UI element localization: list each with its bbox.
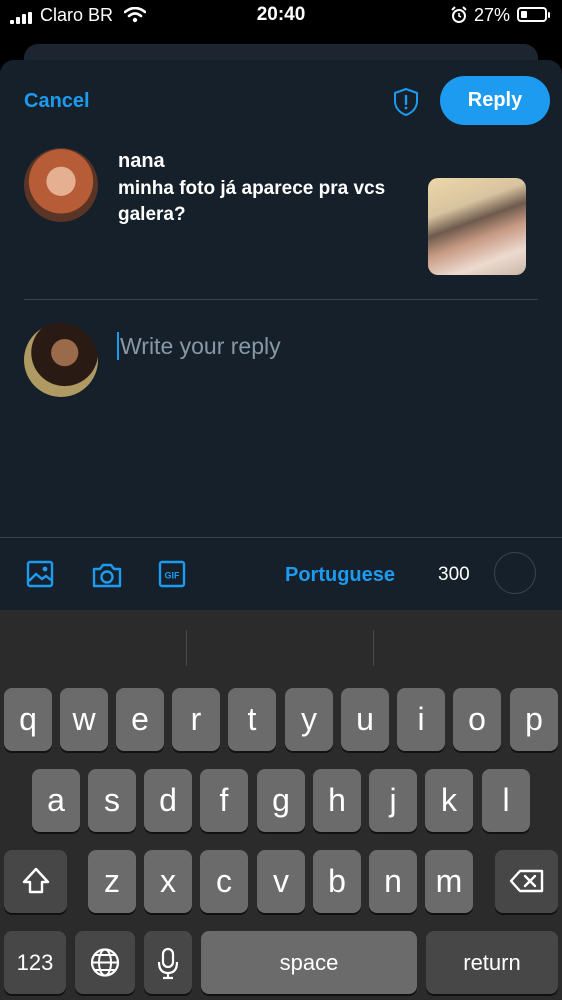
mic-icon: [157, 947, 179, 980]
shield-icon[interactable]: [390, 86, 422, 118]
gif-icon[interactable]: GIF: [158, 560, 186, 588]
key-e[interactable]: e: [116, 688, 164, 751]
key-h[interactable]: h: [313, 769, 361, 832]
key-r[interactable]: r: [172, 688, 220, 751]
globe-icon: [90, 948, 120, 977]
cancel-button[interactable]: Cancel: [24, 90, 90, 113]
key-u[interactable]: u: [341, 688, 389, 751]
reply-button[interactable]: Reply: [440, 76, 550, 125]
key-g[interactable]: g: [257, 769, 305, 832]
keyboard: q w e r t y u i o p a s d f g h j k l z …: [0, 610, 562, 1000]
key-i[interactable]: i: [397, 688, 445, 751]
svg-text:GIF: GIF: [165, 571, 181, 581]
key-y[interactable]: y: [285, 688, 333, 751]
key-l[interactable]: l: [482, 769, 530, 832]
key-a[interactable]: a: [32, 769, 80, 832]
alarm-icon: [451, 6, 467, 23]
reply-composer: Cancel Reply nana minha foto já aparece …: [0, 60, 562, 610]
space-key[interactable]: space: [201, 931, 417, 994]
composer-toolbar: GIF Portuguese 300: [0, 537, 562, 611]
reply-input[interactable]: [120, 328, 520, 364]
return-key[interactable]: return: [426, 931, 558, 994]
battery-percent: 27%: [474, 5, 511, 25]
key-v[interactable]: v: [257, 850, 305, 913]
image-icon[interactable]: [26, 560, 54, 588]
tweet-text: minha foto já aparece pra vcs galera?: [118, 178, 386, 225]
globe-key[interactable]: [75, 931, 135, 994]
character-progress-ring: [494, 552, 536, 594]
text-caret: [117, 332, 119, 360]
key-t[interactable]: t: [228, 688, 276, 751]
key-m[interactable]: m: [425, 850, 473, 913]
divider: [24, 299, 538, 300]
battery-icon: [517, 7, 550, 22]
author-name: nana: [118, 150, 165, 172]
user-avatar: [24, 323, 98, 397]
backspace-icon: [509, 869, 543, 893]
key-n[interactable]: n: [369, 850, 417, 913]
camera-icon[interactable]: [91, 561, 123, 589]
suggestion-divider: [186, 630, 187, 666]
key-b[interactable]: b: [313, 850, 361, 913]
key-c[interactable]: c: [200, 850, 248, 913]
key-f[interactable]: f: [200, 769, 248, 832]
key-x[interactable]: x: [144, 850, 192, 913]
author-avatar[interactable]: [24, 148, 98, 222]
key-k[interactable]: k: [425, 769, 473, 832]
status-bar: Claro BR 20:40 27%: [0, 0, 562, 34]
shift-icon: [22, 867, 49, 894]
dictation-key[interactable]: [144, 931, 192, 994]
key-d[interactable]: d: [144, 769, 192, 832]
backspace-key[interactable]: [495, 850, 558, 913]
key-p[interactable]: p: [510, 688, 558, 751]
shift-key[interactable]: [4, 850, 67, 913]
key-s[interactable]: s: [88, 769, 136, 832]
language-selector[interactable]: Portuguese: [285, 564, 395, 587]
key-j[interactable]: j: [369, 769, 417, 832]
key-z[interactable]: z: [88, 850, 136, 913]
character-count: 300: [438, 564, 470, 585]
key-o[interactable]: o: [453, 688, 501, 751]
suggestion-divider: [373, 630, 374, 666]
key-w[interactable]: w: [60, 688, 108, 751]
tweet-media-thumbnail[interactable]: [428, 178, 526, 275]
key-q[interactable]: q: [4, 688, 52, 751]
numbers-key[interactable]: 123: [4, 931, 66, 994]
